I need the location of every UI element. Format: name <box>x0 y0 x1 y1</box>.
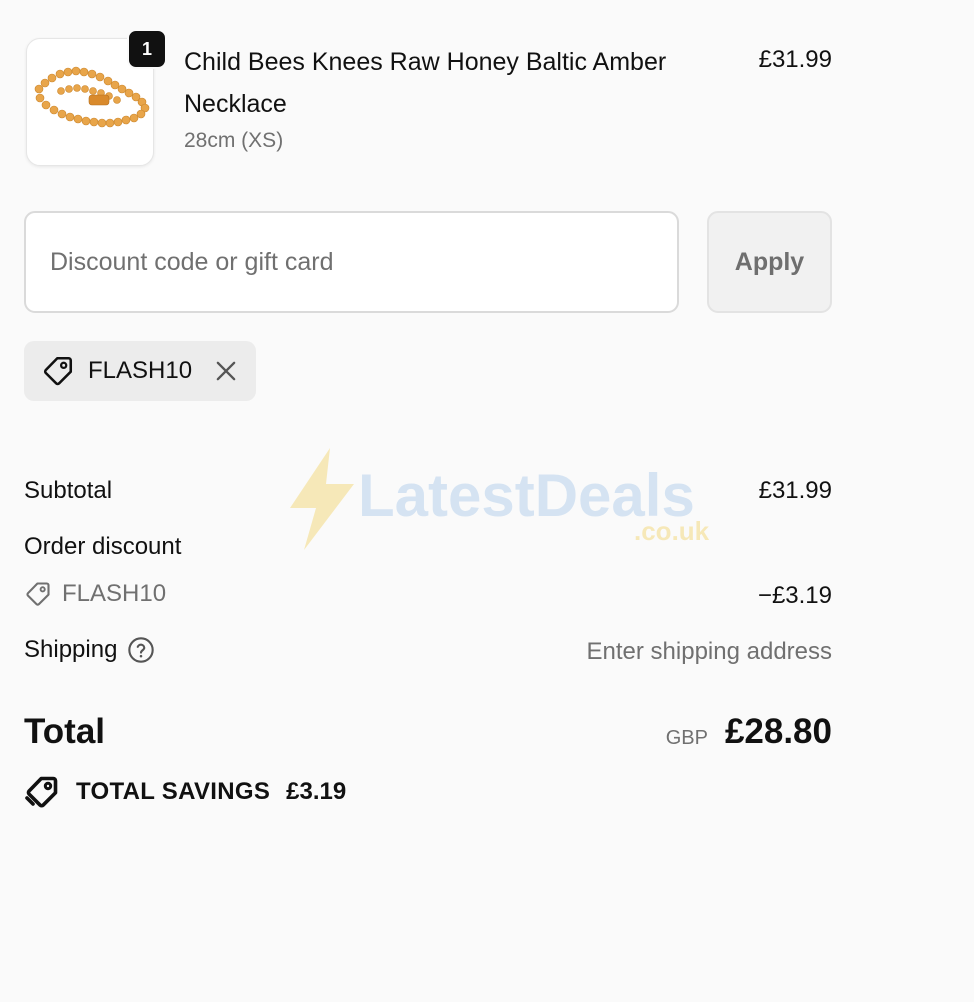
discount-value: −£3.19 <box>757 582 832 609</box>
total-savings: TOTAL SAVINGS £3.19 <box>24 774 346 810</box>
tag-icon <box>43 356 73 386</box>
line-item: 1 Child Bees Knees Raw Honey Baltic Ambe… <box>24 29 832 168</box>
product-title: Child Bees Knees Raw Honey Baltic Amber … <box>184 48 667 118</box>
help-icon[interactable] <box>127 636 155 664</box>
total-value: £28.80 <box>724 712 832 751</box>
savings-tag-icon <box>25 776 58 808</box>
applied-code: FLASH10 <box>88 357 193 384</box>
shipping-label: Shipping <box>24 636 118 663</box>
subtotal-value: £31.99 <box>758 477 832 504</box>
total-currency: GBP <box>665 727 708 749</box>
discount-code-input[interactable] <box>24 211 679 313</box>
product-image: 1 <box>26 29 167 166</box>
product-price: £31.99 <box>758 46 832 73</box>
savings-value: £3.19 <box>286 778 347 805</box>
order-discount-label: Order discount <box>24 533 182 560</box>
applied-discount-chip: FLASH10 <box>24 341 256 401</box>
watermark-domain: .co.uk <box>634 516 710 546</box>
discount-code-line: FLASH10 <box>24 580 166 608</box>
tag-icon <box>26 582 50 606</box>
close-icon[interactable] <box>212 357 240 385</box>
order-summary: 1 Child Bees Knees Raw Honey Baltic Ambe… <box>24 0 832 1002</box>
total-label: Total <box>24 712 106 751</box>
latestdeals-watermark: LatestDeals .co.uk <box>290 448 710 550</box>
discount-code-label: FLASH10 <box>62 580 167 607</box>
apply-button[interactable]: Apply <box>707 211 832 313</box>
subtotal-label: Subtotal <box>24 477 113 504</box>
product-variant: 28cm (XS) <box>184 129 284 152</box>
shipping-value: Enter shipping address <box>586 638 832 665</box>
savings-label: TOTAL SAVINGS <box>76 778 271 805</box>
shipping-row: Shipping <box>24 636 155 664</box>
quantity-badge: 1 <box>127 29 167 69</box>
amber-necklace-image <box>34 66 150 128</box>
